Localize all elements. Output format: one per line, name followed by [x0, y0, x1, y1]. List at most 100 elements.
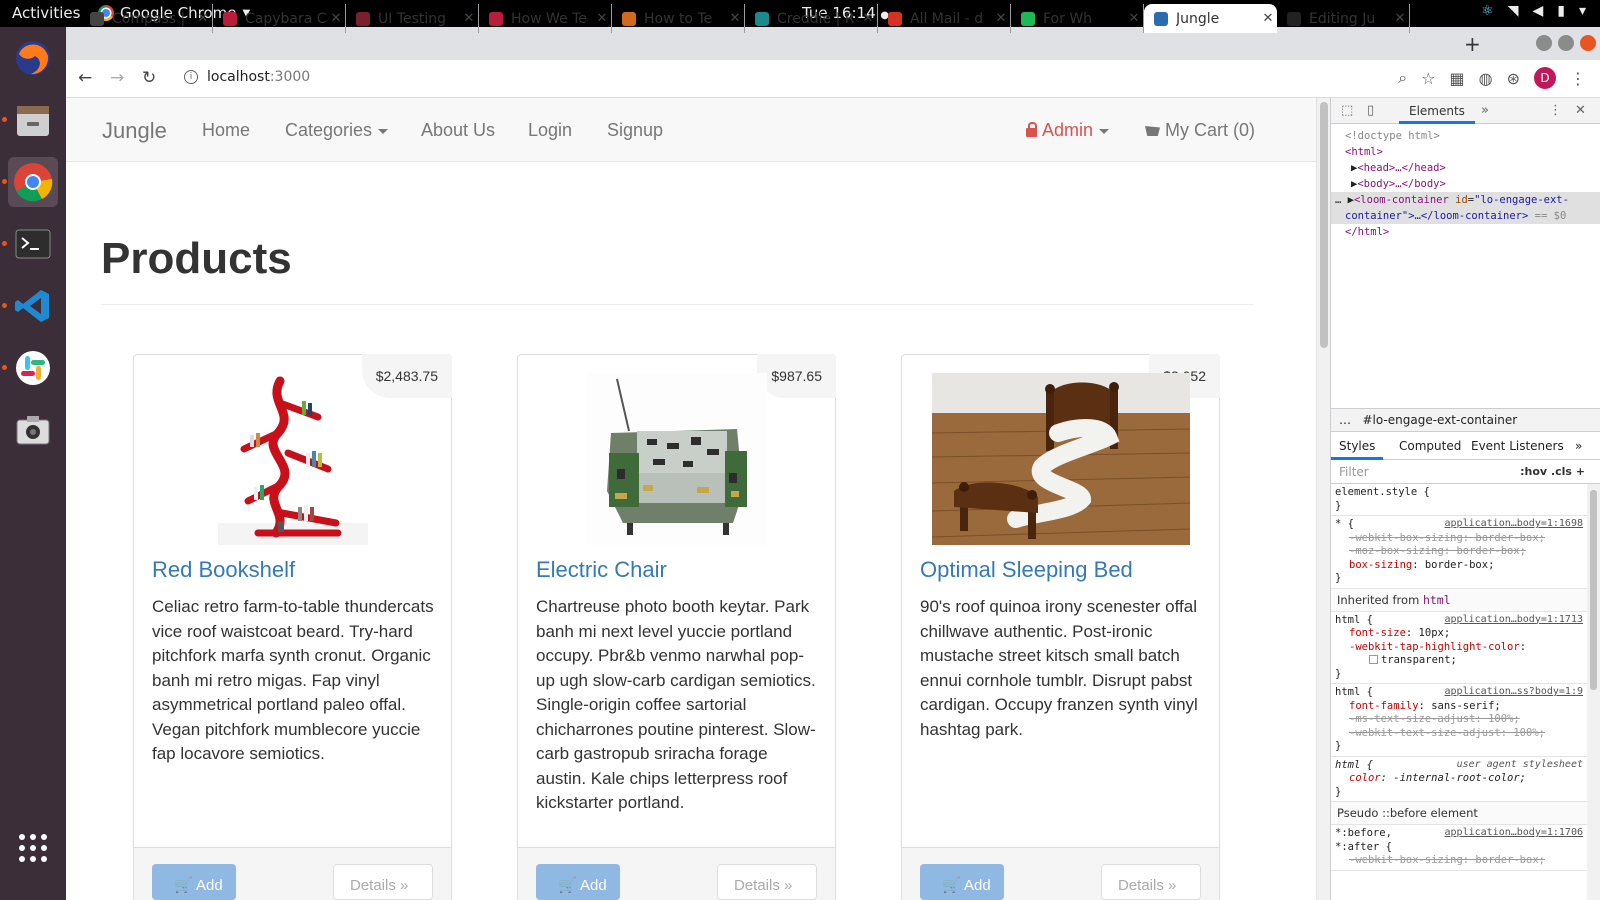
- close-tab-icon[interactable]: ✕: [460, 11, 478, 26]
- dom-node[interactable]: </html>: [1331, 224, 1600, 240]
- volume-icon[interactable]: ◀: [1532, 3, 1543, 19]
- breadcrumb-item[interactable]: #lo-engage-ext-container: [1362, 413, 1517, 427]
- product-image[interactable]: [931, 373, 1190, 545]
- nav-cart[interactable]: My Cart (0): [1145, 120, 1255, 141]
- close-tab-icon[interactable]: ✕: [859, 11, 877, 26]
- extension-icon[interactable]: ◍: [1479, 69, 1493, 88]
- close-tab-icon[interactable]: ✕: [327, 11, 345, 26]
- power-menu-icon[interactable]: ▾: [1579, 3, 1586, 19]
- camera-launcher[interactable]: [8, 405, 58, 455]
- tab-event-listeners[interactable]: Event Listeners: [1471, 439, 1564, 453]
- reload-button[interactable]: ↻: [142, 68, 156, 88]
- terminal-launcher[interactable]: [8, 219, 58, 269]
- details-button[interactable]: Details »: [333, 864, 433, 900]
- rule-property-overridden[interactable]: -webkit-text-size-adjust: 100%;: [1335, 727, 1583, 741]
- device-toolbar-icon[interactable]: ▯: [1367, 103, 1374, 118]
- battery-icon[interactable]: ▮: [1557, 3, 1565, 19]
- product-name[interactable]: Electric Chair: [536, 557, 667, 583]
- browser-tab[interactable]: All Mail - d ✕: [878, 4, 1011, 33]
- rule-property[interactable]: color: -internal-root-color;: [1335, 772, 1583, 786]
- activities-button[interactable]: Activities: [12, 4, 80, 22]
- site-info-icon[interactable]: i: [184, 70, 198, 84]
- rule-source-link[interactable]: application…body=1:1698: [1445, 518, 1583, 529]
- more-tabs-icon[interactable]: »: [1575, 439, 1582, 453]
- more-tabs-icon[interactable]: »: [1481, 103, 1489, 118]
- profile-avatar[interactable]: D: [1534, 67, 1556, 89]
- system-tray[interactable]: ⚛ ◥ ◀ ▮ ▾: [1481, 3, 1586, 19]
- more-menu-icon[interactable]: ⋮: [1570, 69, 1586, 88]
- add-to-cart-button[interactable]: 🛒 Add: [920, 864, 1004, 900]
- add-to-cart-button[interactable]: 🛒 Add: [152, 864, 236, 900]
- new-tab-button[interactable]: +: [1464, 32, 1481, 56]
- rule-property-overridden[interactable]: -webkit-box-sizing: border-box;: [1335, 532, 1583, 546]
- details-button[interactable]: Details »: [1101, 864, 1201, 900]
- add-to-cart-button[interactable]: 🛒 Add: [536, 864, 620, 900]
- browser-tab[interactable]: Creddle | R ✕: [745, 4, 878, 33]
- close-tab-icon[interactable]: ✕: [1391, 11, 1409, 26]
- files-launcher[interactable]: [8, 95, 58, 145]
- site-brand[interactable]: Jungle: [102, 118, 167, 144]
- browser-tab[interactable]: Capybara C ✕: [213, 4, 346, 33]
- filter-options[interactable]: :hov .cls +: [1520, 465, 1585, 478]
- rule-property[interactable]: box-sizing: border-box;: [1335, 559, 1583, 573]
- dom-node-selected[interactable]: … ▶<loom-container id="lo-engage-ext-: [1331, 192, 1600, 208]
- scrollbar-thumb[interactable]: [1590, 490, 1597, 690]
- bookmark-star-icon[interactable]: ☆: [1421, 69, 1435, 88]
- devtools-menu-icon[interactable]: ⋮: [1549, 103, 1562, 118]
- inherited-tag[interactable]: html: [1423, 593, 1451, 607]
- inspect-element-icon[interactable]: ⬚: [1341, 103, 1353, 118]
- chrome-launcher[interactable]: [8, 157, 58, 207]
- dom-node-selected-cont[interactable]: container">…</loom-container> == $0: [1331, 208, 1600, 224]
- back-button[interactable]: ←: [78, 68, 92, 88]
- tab-active[interactable]: Jungle ✕: [1144, 4, 1277, 33]
- address-bar[interactable]: i localhost:3000: [184, 69, 310, 85]
- dom-node[interactable]: ▶<head>…</head>: [1331, 160, 1600, 176]
- details-button[interactable]: Details »: [717, 864, 817, 900]
- product-name[interactable]: Red Bookshelf: [152, 557, 295, 583]
- forward-button[interactable]: →: [110, 68, 124, 88]
- browser-tab[interactable]: How to Te ✕: [612, 4, 745, 33]
- close-tab-icon[interactable]: ✕: [726, 11, 744, 26]
- rule-source-link[interactable]: application…ss?body=1:9: [1445, 686, 1583, 697]
- nav-signup[interactable]: Signup: [607, 120, 663, 141]
- color-swatch-icon[interactable]: [1369, 655, 1378, 664]
- dom-node[interactable]: <html>: [1331, 144, 1600, 160]
- close-tab-icon[interactable]: ✕: [593, 11, 611, 26]
- rule-property[interactable]: font-size: 10px;: [1335, 627, 1583, 641]
- zoom-icon[interactable]: ⌕: [1398, 68, 1407, 88]
- tab-computed[interactable]: Computed: [1399, 439, 1461, 453]
- rule-property-overridden[interactable]: -ms-text-size-adjust: 100%;: [1335, 713, 1583, 727]
- extension-icon[interactable]: ▦: [1450, 69, 1465, 88]
- maximize-button[interactable]: [1558, 35, 1574, 51]
- react-devtools-icon[interactable]: ⚛: [1481, 3, 1494, 19]
- close-devtools-icon[interactable]: ✕: [1575, 103, 1586, 118]
- tab-styles[interactable]: Styles: [1339, 439, 1375, 453]
- dom-node[interactable]: ▶<body>…</body>: [1331, 176, 1600, 192]
- browser-tab[interactable]: For Wh ✕: [1011, 4, 1144, 33]
- filter-input[interactable]: Filter: [1339, 465, 1369, 479]
- dom-node[interactable]: <!doctype html>: [1331, 128, 1600, 144]
- close-tab-icon[interactable]: ✕: [992, 11, 1010, 26]
- nav-about[interactable]: About Us: [421, 120, 495, 141]
- rule-source-link[interactable]: application…body=1:1706: [1445, 827, 1583, 838]
- close-tab-icon[interactable]: ✕: [194, 11, 212, 26]
- product-image[interactable]: [548, 373, 806, 545]
- nav-home[interactable]: Home: [202, 120, 250, 141]
- vscode-launcher[interactable]: [8, 281, 58, 331]
- browser-tab[interactable]: How We Te ✕: [479, 4, 612, 33]
- product-name[interactable]: Optimal Sleeping Bed: [920, 557, 1133, 583]
- page-scrollbar[interactable]: [1316, 98, 1330, 900]
- tab-elements[interactable]: Elements: [1409, 104, 1465, 118]
- browser-tab[interactable]: Editing Ju ✕: [1277, 4, 1410, 33]
- rule-property[interactable]: -webkit-tap-highlight-color:: [1335, 641, 1583, 655]
- close-tab-icon[interactable]: ✕: [1259, 11, 1277, 26]
- rule-property-overridden[interactable]: -moz-box-sizing: border-box;: [1335, 545, 1583, 559]
- product-image[interactable]: [164, 373, 422, 545]
- close-tab-icon[interactable]: ✕: [1125, 11, 1143, 26]
- minimize-button[interactable]: [1536, 35, 1552, 51]
- wifi-icon[interactable]: ◥: [1508, 3, 1519, 19]
- slack-launcher[interactable]: [8, 343, 58, 393]
- styles-scrollbar[interactable]: [1587, 484, 1600, 900]
- firefox-launcher[interactable]: [8, 33, 58, 83]
- nav-categories[interactable]: Categories: [285, 120, 389, 141]
